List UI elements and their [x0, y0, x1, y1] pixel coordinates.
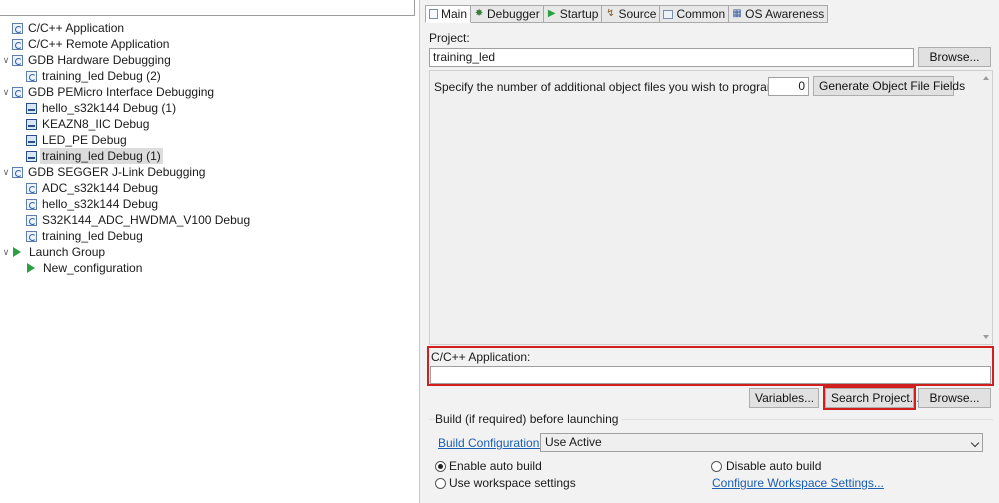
enable-auto-build-label: Enable auto build	[449, 459, 542, 473]
expand-chevron-icon[interactable]: ∨	[1, 164, 11, 180]
object-files-count-input[interactable]: 0	[768, 77, 809, 96]
cpp-application-group: C/C++ Application:	[427, 346, 994, 386]
project-label: Project:	[429, 31, 470, 45]
config-editor-pane: Main ✸ Debugger ▶ Startup ↯ Source Commo…	[420, 0, 999, 503]
config-tab-bar: Main ✸ Debugger ▶ Startup ↯ Source Commo…	[425, 5, 829, 23]
expand-chevron-icon[interactable]: ∨	[1, 84, 11, 100]
tree-item-gdb-pemicro-debugging[interactable]: GDB PEMicro Interface Debugging	[12, 84, 216, 100]
tree-item-cpp-remote-application[interactable]: C/C++ Remote Application	[12, 36, 171, 52]
filter-input[interactable]	[0, 0, 415, 16]
c-launch-config-icon	[26, 182, 37, 194]
cpp-application-label: C/C++ Application:	[431, 350, 531, 364]
configure-workspace-settings-link[interactable]: Configure Workspace Settings...	[712, 476, 884, 490]
launch-config-tree-pane: C/C++ Application C/C++ Remote Applicati…	[0, 0, 420, 503]
source-icon: ↯	[606, 8, 615, 19]
object-files-panel: Specify the number of additional object …	[429, 70, 993, 345]
pemicro-config-icon	[26, 102, 37, 114]
variables-button[interactable]: Variables...	[749, 388, 819, 408]
scroll-down-arrow-icon[interactable]	[983, 335, 989, 339]
c-launch-config-icon	[26, 230, 37, 242]
tree-item-new-configuration[interactable]: New_configuration	[26, 260, 144, 276]
tab-main[interactable]: Main	[425, 5, 472, 23]
launch-config-play-icon	[27, 263, 36, 273]
build-configuration-select[interactable]: Use Active	[540, 433, 983, 452]
enable-auto-build-radio[interactable]	[435, 461, 446, 472]
search-project-button[interactable]: Search Project...	[823, 386, 920, 410]
cpp-application-input[interactable]	[430, 366, 991, 384]
tab-source[interactable]: ↯ Source	[602, 5, 661, 23]
build-before-launch-group: Build (if required) before launching Bui…	[429, 412, 993, 495]
tree-item-launch-group[interactable]: Launch Group	[12, 244, 107, 260]
tree-item-training-led-debug-1[interactable]: training_led Debug (1)	[26, 148, 163, 164]
bug-icon: ✸	[474, 8, 484, 19]
disable-auto-build-label: Disable auto build	[726, 459, 822, 473]
pemicro-config-icon	[26, 150, 37, 162]
common-icon	[663, 9, 674, 19]
expand-chevron-icon[interactable]: ∨	[1, 52, 11, 68]
tree-item-cpp-application[interactable]: C/C++ Application	[12, 20, 126, 36]
use-workspace-settings-label: Use workspace settings	[449, 476, 576, 490]
launch-group-play-icon	[13, 247, 22, 257]
tree-item-training-led-debug-2[interactable]: training_led Debug (2)	[26, 68, 163, 84]
c-launch-type-icon	[12, 38, 23, 50]
tab-debugger[interactable]: ✸ Debugger	[471, 5, 544, 23]
dropdown-arrow-icon	[970, 438, 980, 448]
build-configuration-link[interactable]: Build Configuration:	[438, 436, 543, 450]
scroll-up-arrow-icon[interactable]	[983, 76, 989, 80]
tree-item-s32k144-adc-hwdma-debug[interactable]: S32K144_ADC_HWDMA_V100 Debug	[26, 212, 252, 228]
build-group-header: Build (if required) before launching	[435, 412, 622, 426]
c-launch-type-icon	[12, 86, 23, 98]
c-launch-config-icon	[26, 198, 37, 210]
os-awareness-icon: ▦	[732, 8, 742, 19]
c-launch-config-icon	[26, 70, 37, 82]
pemicro-config-icon	[26, 118, 37, 130]
tree-item-training-led-debug[interactable]: training_led Debug	[26, 228, 145, 244]
object-files-prompt: Specify the number of additional object …	[434, 80, 781, 94]
generate-object-file-fields-button[interactable]: Generate Object File Fields	[813, 76, 965, 96]
c-launch-config-icon	[26, 214, 37, 226]
tab-startup[interactable]: ▶ Startup	[543, 5, 603, 23]
tree-item-gdb-segger-jlink-debugging[interactable]: GDB SEGGER J-Link Debugging	[12, 164, 207, 180]
tree-item-hello-s32k144-debug[interactable]: hello_s32k144 Debug	[26, 196, 160, 212]
use-workspace-settings-radio[interactable]	[435, 478, 446, 489]
tree-item-adc-s32k144-debug[interactable]: ADC_s32k144 Debug	[26, 180, 160, 196]
pemicro-config-icon	[26, 134, 37, 146]
expand-chevron-icon[interactable]: ∨	[1, 244, 11, 260]
disable-auto-build-radio[interactable]	[711, 461, 722, 472]
tab-os-awareness[interactable]: ▦ OS Awareness	[729, 5, 829, 23]
tree-item-hello-s32k144-debug-1[interactable]: hello_s32k144 Debug (1)	[26, 100, 178, 116]
tree-item-keazn8-iic-debug[interactable]: KEAZN8_IIC Debug	[26, 116, 151, 132]
project-field[interactable]: training_led	[429, 48, 914, 67]
c-launch-type-icon	[12, 166, 23, 178]
project-browse-button[interactable]: Browse...	[918, 47, 991, 67]
c-launch-type-icon	[12, 54, 23, 66]
main-tab-icon	[429, 9, 438, 19]
startup-play-icon: ▶	[547, 8, 556, 19]
tab-common[interactable]: Common	[660, 5, 730, 23]
tree-item-gdb-hardware-debugging[interactable]: GDB Hardware Debugging	[12, 52, 173, 68]
object-files-scrollbar[interactable]	[980, 71, 992, 344]
application-browse-button[interactable]: Browse...	[918, 388, 991, 408]
c-launch-type-icon	[12, 22, 23, 34]
tree-item-led-pe-debug[interactable]: LED_PE Debug	[26, 132, 129, 148]
